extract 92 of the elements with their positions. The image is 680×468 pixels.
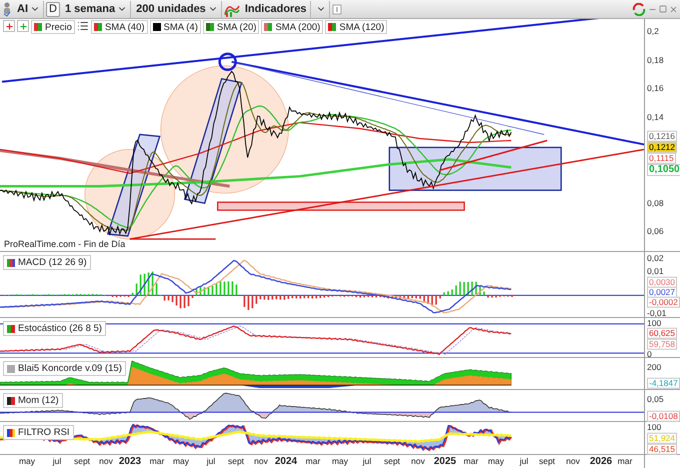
price-tag: 0,0030 [647, 276, 677, 288]
indicator-icon [7, 428, 15, 436]
legend-item[interactable]: SMA (200) [261, 20, 324, 34]
time-label: jul [520, 456, 528, 466]
indicator-label[interactable]: Blai5 Koncorde v.09 (15) [3, 361, 126, 376]
page-icon[interactable] [332, 4, 342, 14]
axis-label: 100 [647, 318, 662, 328]
legend-label: SMA (4) [164, 22, 198, 32]
price-tag: 46,515 [647, 444, 677, 454]
legend-label: SMA (40) [104, 22, 145, 32]
time-label: jul [52, 456, 62, 466]
legend-label: SMA (20) [216, 22, 256, 32]
axis-label: 0,2 [647, 26, 659, 36]
legend-item[interactable]: SMA (20) [202, 20, 260, 34]
time-label: jul [362, 456, 372, 466]
time-label: 2026 [590, 456, 612, 467]
time-label: sept [74, 456, 90, 466]
price-tag: 0,1115 [647, 152, 676, 164]
axis-label: 0,18 [647, 56, 664, 64]
axis-label: 0,05 [647, 394, 664, 404]
legend-item[interactable]: SMA (40) [90, 20, 148, 34]
time-label: 2025 [434, 456, 456, 467]
axis-label: 0,02 [647, 254, 664, 262]
axis-label: 0 [647, 350, 652, 358]
axis-label: 0,08 [647, 198, 664, 208]
axis-label: 0,06 [647, 226, 664, 236]
time-label: nov [566, 456, 580, 466]
add-button[interactable] [3, 20, 15, 32]
indicator-icon [7, 324, 15, 332]
symbol-dropdown[interactable]: AI [14, 0, 44, 18]
indicator-label[interactable]: Mom (12) [3, 393, 63, 408]
price-tag: 51,924 [647, 432, 677, 444]
indicator-title: Estocástico (26 8 5) [18, 323, 102, 334]
legend-label: SMA (120) [339, 22, 384, 32]
axis-label: 0,16 [647, 84, 664, 92]
person-icon[interactable] [2, 2, 12, 16]
price-tag: 0,1050 [647, 164, 680, 176]
price-tag: 0,1216 [647, 130, 677, 142]
indicator-label[interactable]: MACD (12 26 9) [3, 255, 91, 270]
time-label: mar [618, 456, 632, 466]
axis-label: 0,01 [647, 266, 664, 276]
legend-label: SMA (200) [275, 22, 320, 32]
time-label: may [172, 456, 190, 466]
indicator-title: FILTRO RSI [18, 427, 70, 438]
time-label: 2024 [274, 456, 298, 467]
time-label: sept [384, 456, 400, 466]
indicator-label[interactable]: FILTRO RSI [3, 425, 74, 440]
indicator-icon [7, 258, 15, 266]
time-label: mar [464, 456, 478, 466]
interval-dropdown[interactable]: 1 semana [62, 0, 132, 18]
axis-label: 100 [647, 422, 662, 432]
refresh-icon[interactable] [632, 2, 646, 16]
legend-item[interactable]: SMA (120) [325, 20, 388, 34]
indicator-title: Mom (12) [18, 395, 59, 406]
price-tag: -4,1847 [647, 378, 680, 388]
time-label: mar [306, 456, 320, 466]
time-label: sept [538, 456, 556, 466]
price-tag: 60,625 [647, 328, 677, 338]
time-label: nov [411, 456, 425, 466]
time-label: 2023 [118, 456, 142, 467]
indicator-title: Blai5 Koncorde v.09 (15) [18, 363, 122, 374]
time-label: sept [228, 456, 244, 466]
units-dropdown[interactable]: 200 unidades [133, 0, 222, 18]
axis-label: 0,14 [647, 112, 664, 122]
time-label: may [332, 456, 348, 466]
time-label: may [488, 456, 504, 466]
close-icon[interactable] [669, 4, 678, 14]
indicator-icon [7, 396, 15, 404]
time-label: jul [206, 456, 216, 466]
maximize-icon[interactable] [659, 5, 667, 13]
indicator-icon [7, 364, 15, 372]
legend-item[interactable]: Precio [31, 20, 75, 34]
indicator-label[interactable]: Estocástico (26 8 5) [3, 321, 106, 336]
price-tag: 0,0027 [647, 286, 677, 298]
period-button[interactable]: D [46, 2, 60, 16]
axis-label: -0,01 [647, 308, 666, 318]
source-text: ProRealTime.com - Fin de Día [4, 239, 126, 249]
time-label: may [18, 456, 36, 466]
marker-circle [218, 52, 237, 72]
time-label: nov [254, 456, 268, 466]
axis-label: 200 [647, 362, 662, 372]
price-tag: -0,0108 [647, 410, 680, 422]
price-tag: 59,758 [647, 338, 677, 350]
legend-item[interactable]: SMA (4) [150, 20, 201, 34]
add-button[interactable] [17, 20, 29, 32]
indicators-button[interactable]: Indicadores [242, 0, 311, 18]
legend-label: Precio [45, 22, 72, 32]
price-tag: 0,1212 [647, 142, 677, 152]
time-label: nov [99, 456, 113, 466]
time-label: mar [150, 456, 164, 466]
indicator-title: MACD (12 26 9) [18, 257, 87, 268]
price-tag: -0,0002 [647, 296, 680, 308]
